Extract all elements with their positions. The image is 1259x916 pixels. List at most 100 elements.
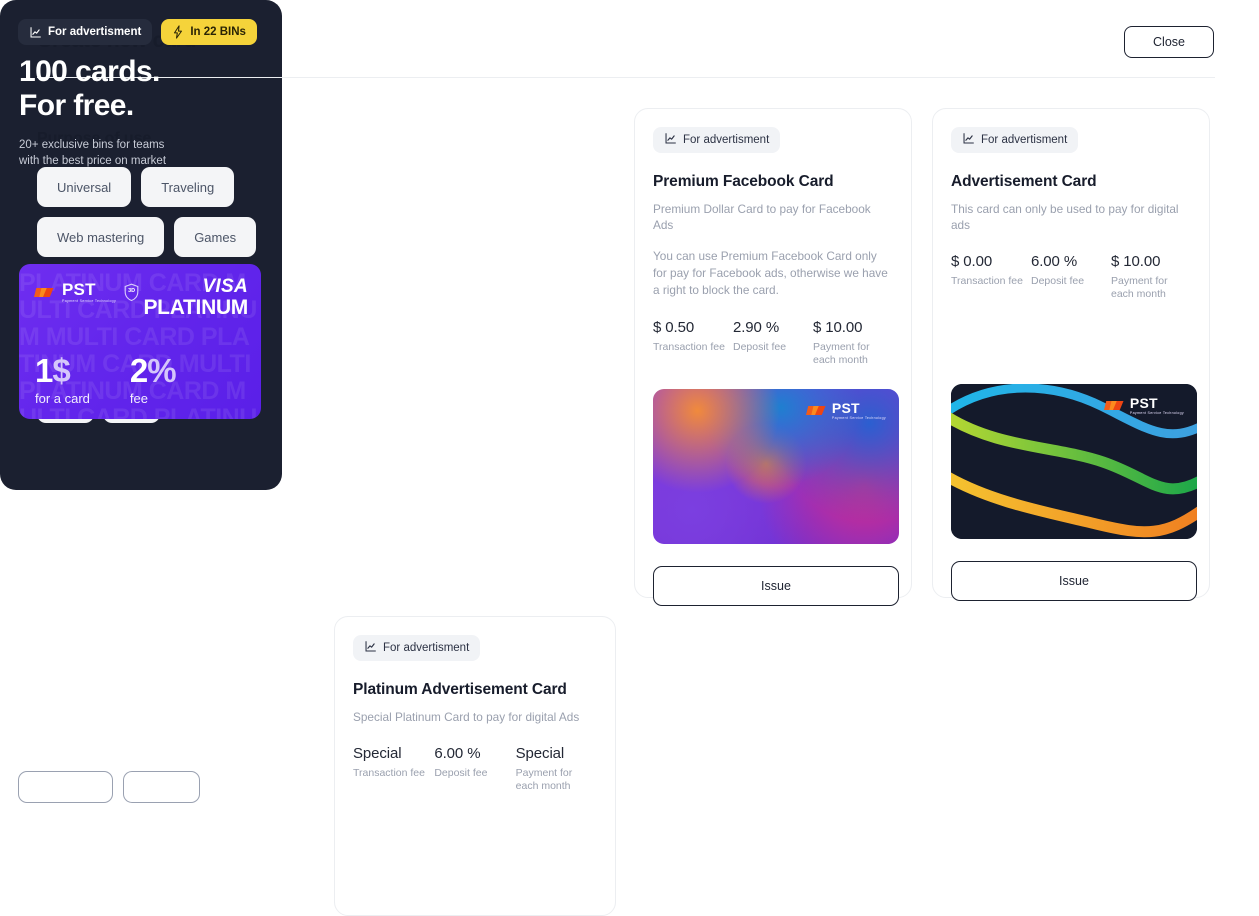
issue-button[interactable]: Issue [951,561,1197,601]
pst-brand: PST [62,281,116,298]
offer-subtitle: Special Platinum Card to pay for digital… [353,709,597,725]
fee-monthly-label: Payment for each month [516,767,597,793]
fee-transaction-label: Transaction fee [951,275,1031,288]
offer-fees: $ 0.00 Transaction fee 6.00 % Deposit fe… [951,253,1191,301]
visa-label: VISA [143,277,248,297]
chart-icon [664,132,677,148]
pst-logo: PST Payment Service Technology [1103,396,1184,416]
pst-mark-icon [1103,401,1124,411]
fee-monthly: $ 10.00 Payment for each month [813,319,893,367]
offer-badge: For advertisment [653,127,781,153]
purpose-chip-games[interactable]: Games [174,217,257,257]
offer-fees: $ 0.50 Transaction fee 2.90 % Deposit fe… [653,319,893,367]
card-fee-value: 2% [130,354,177,388]
card-price-value: 1$ [35,354,90,388]
offer-title: Advertisement Card [951,173,1191,191]
fee-transaction-value: Special [353,745,434,762]
fee-deposit: 2.90 % Deposit fee [733,319,813,367]
offer-badge-label: For advertisment [683,134,769,146]
fee-transaction-label: Transaction fee [353,767,434,780]
card-price-label: for a card [35,391,90,406]
offer-subtitle: Premium Dollar Card to pay for Facebook … [653,201,893,233]
offer-badge-label: For advertisment [383,642,469,654]
pst-wordmark: PST Payment Service Technology [832,401,886,421]
pst-mark-icon [805,406,826,416]
fee-deposit: 6.00 % Deposit fee [434,745,515,793]
chart-icon [29,26,42,39]
fee-deposit-value: 6.00 % [434,745,515,762]
card-fee-label: fee [130,391,176,406]
shield-3d-icon: 3D [123,283,140,302]
fee-deposit-value: 6.00 % [1031,253,1111,270]
issue-button[interactable]: Issue [653,566,899,606]
close-button[interactable]: Close [1124,26,1214,58]
offer-card-platinum-advertisement[interactable]: For advertisment Platinum Advertisement … [334,616,616,916]
card-pricing: 1$ for a card 2% fee [35,354,177,407]
fee-transaction-label: Transaction fee [653,341,733,354]
chart-icon [364,640,377,656]
chart-icon [962,132,975,148]
header-divider [37,77,1215,78]
fee-monthly: $ 10.00 Payment for each month [1111,253,1191,301]
purpose-chip-universal[interactable]: Universal [37,167,132,207]
lightning-icon [172,25,184,39]
offer-note: You can use Premium Facebook Card only f… [653,248,893,299]
promo-badges: For advertisment In 22 BINs [18,19,257,45]
promo-headline-line1: 100 cards. [19,55,160,89]
card-price-block: 1$ for a card [35,354,90,407]
fee-monthly-value: Special [516,745,597,762]
offer-title: Premium Facebook Card [653,173,893,191]
fee-deposit-label: Deposit fee [434,767,515,780]
fee-monthly-value: $ 10.00 [1111,253,1191,270]
card-fee-block: 2% fee [130,354,177,407]
fee-monthly-label: Payment for each month [1111,275,1191,301]
fee-transaction: $ 0.00 Transaction fee [951,253,1031,301]
offer-badge: For advertisment [353,635,481,661]
promo-headline: 100 cards. For free. [19,55,160,123]
offer-title: Platinum Advertisement Card [353,681,597,699]
promo-badge-bins-label: In 22 BINs [190,26,246,38]
fee-deposit: 6.00 % Deposit fee [1031,253,1111,301]
pst-logo: PST Payment Service Technology 3D [34,281,140,304]
offer-card-advertisement[interactable]: For advertisment Advertisement Card This… [932,108,1210,601]
offer-fees: Special Transaction fee 6.00 % Deposit f… [353,745,597,793]
promo-badge-advertisment: For advertisment [18,19,153,45]
promo-subtext: 20+ exclusive bins for teams with the be… [19,137,166,169]
fee-monthly-value: $ 10.00 [813,319,893,336]
promo-badge-bins: In 22 BINs [161,19,257,45]
pst-brand-sub: Payment Service Technology [832,416,886,421]
fee-transaction: Special Transaction fee [353,745,434,793]
purpose-chip-traveling[interactable]: Traveling [141,167,235,207]
pst-mark-icon [34,287,54,297]
promo-badge-advertisment-label: For advertisment [48,26,141,38]
pst-logo: PST Payment Service Technology [805,401,886,421]
platinum-label: PLATINUM [143,297,248,319]
pst-brand-sub: Payment Service Technology [1130,411,1184,416]
fee-deposit-label: Deposit fee [1031,275,1111,288]
card-network: VISA PLATINUM [143,277,248,319]
offer-subtitle: This card can only be used to pay for di… [951,201,1191,233]
platinum-card-art: PLATINUM CARD MULTI CARD PLATINUM MULTI … [19,264,261,419]
purpose-chip-web-mastering[interactable]: Web mastering [37,217,165,257]
offer-badge-label: For advertisment [981,134,1067,146]
pst-wordmark: PST Payment Service Technology [62,281,116,304]
shield-3d-label: 3D [123,283,140,302]
pst-brand-sub: Payment Service Technology [62,299,116,304]
pst-brand: PST [832,401,886,415]
card-art-waves: PST Payment Service Technology [951,384,1197,539]
offer-badge: For advertisment [951,127,1079,153]
pst-brand: PST [1130,396,1184,410]
fee-deposit-label: Deposit fee [733,341,813,354]
fee-monthly: Special Payment for each month [516,745,597,793]
pst-wordmark: PST Payment Service Technology [1130,396,1184,416]
offer-card-premium-facebook[interactable]: For advertisment Premium Facebook Card P… [634,108,912,606]
promo-subtext-line1: 20+ exclusive bins for teams [19,137,166,153]
fee-deposit-value: 2.90 % [733,319,813,336]
card-art-gradient: PST Payment Service Technology [653,389,899,544]
fee-transaction-value: $ 0.50 [653,319,733,336]
fee-transaction-value: $ 0.00 [951,253,1031,270]
promo-headline-line2: For free. [19,89,160,123]
promo-subtext-line2: with the best price on market [19,153,166,169]
fee-monthly-label: Payment for each month [813,341,893,367]
fee-transaction: $ 0.50 Transaction fee [653,319,733,367]
